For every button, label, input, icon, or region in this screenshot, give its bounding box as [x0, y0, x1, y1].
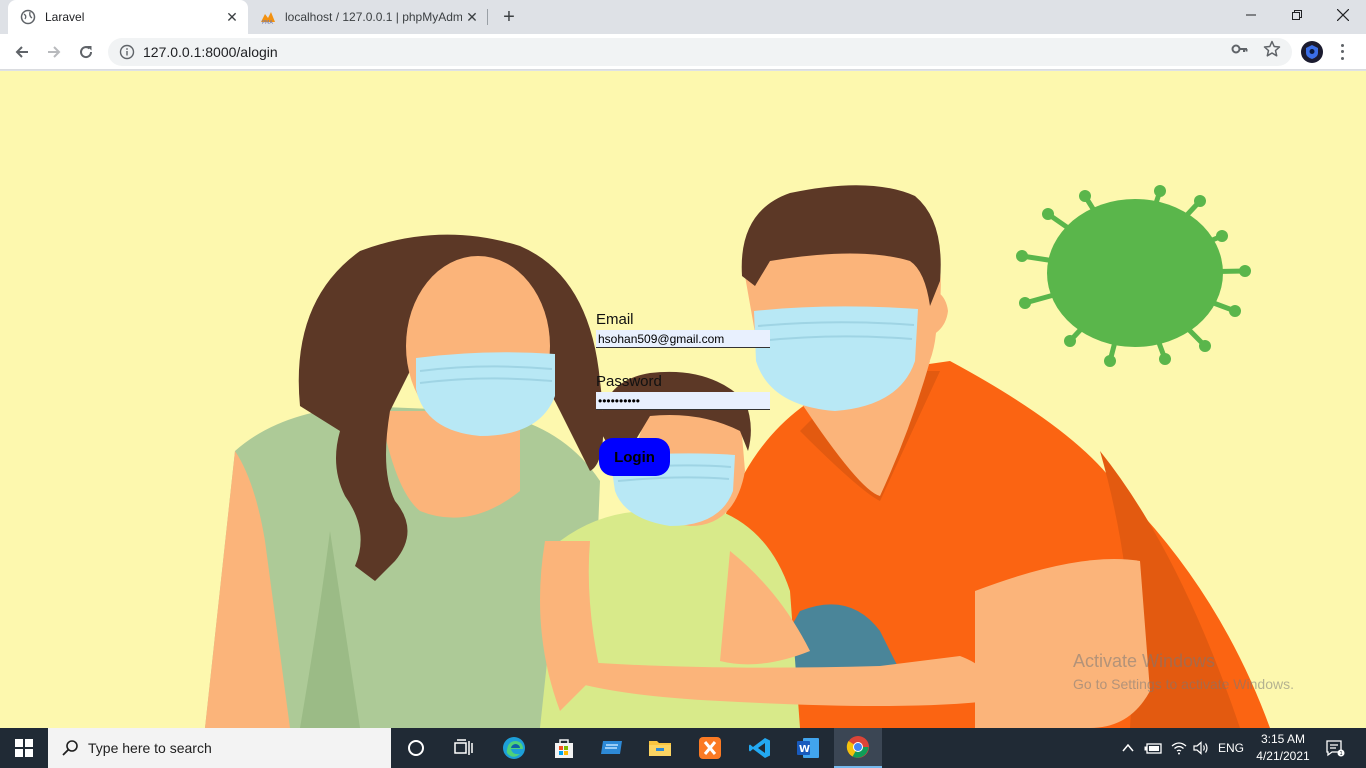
close-icon [1337, 9, 1349, 21]
reload-button[interactable] [72, 38, 100, 66]
password-field[interactable] [596, 392, 770, 410]
cortana-icon [408, 740, 424, 756]
email-field[interactable] [596, 330, 770, 348]
network-button[interactable] [1168, 728, 1190, 768]
watermark-subtitle: Go to Settings to activate Windows. [1073, 676, 1294, 692]
watermark-title: Activate Windows [1073, 651, 1216, 671]
cortana-button[interactable] [392, 728, 440, 768]
phpmyadmin-icon: PMA [260, 9, 276, 25]
taskbar-search[interactable]: Type here to search [48, 728, 391, 768]
tab-laravel[interactable]: Laravel ✕ [8, 0, 248, 34]
profile-avatar[interactable] [1301, 41, 1323, 63]
reload-icon [80, 46, 93, 59]
minimize-icon [1246, 14, 1256, 16]
start-button[interactable] [0, 728, 48, 768]
tab-title: Laravel [45, 10, 85, 24]
windows-logo-icon [15, 739, 33, 757]
task-view-icon [454, 739, 473, 755]
search-icon [62, 740, 78, 756]
task-view-button[interactable] [440, 728, 488, 768]
menu-dot [1340, 43, 1344, 47]
system-clock[interactable]: 3:15 AM 4/21/2021 [1248, 731, 1318, 765]
minimize-button[interactable] [1228, 0, 1274, 30]
star-icon[interactable] [1263, 40, 1281, 58]
language-indicator[interactable]: ENG [1214, 728, 1248, 768]
address-bar[interactable]: 127.0.0.1:8000/alogin [108, 38, 1292, 66]
arrow-left-icon [15, 46, 28, 58]
restore-icon [1292, 10, 1302, 20]
edge-button[interactable] [490, 728, 538, 768]
url-text[interactable]: 127.0.0.1:8000/alogin [143, 44, 278, 60]
remote-desktop-icon [601, 741, 622, 754]
browser-toolbar: 127.0.0.1:8000/alogin [0, 34, 1366, 70]
search-placeholder: Type here to search [88, 740, 212, 756]
activate-windows-watermark: Activate Windows Go to Settings to activ… [1073, 651, 1294, 692]
xampp-button[interactable] [686, 728, 734, 768]
remote-desktop-button[interactable] [588, 728, 636, 768]
action-center-button[interactable]: 1 [1318, 728, 1352, 768]
chevron-up-icon [1122, 744, 1134, 752]
file-explorer-button[interactable] [636, 728, 684, 768]
vscode-button[interactable] [736, 728, 784, 768]
svg-text:PMA: PMA [262, 20, 273, 25]
tab-separator [487, 9, 488, 25]
svg-text:W: W [799, 744, 810, 755]
close-tab-icon[interactable]: ✕ [222, 7, 242, 27]
edge-icon [503, 737, 525, 759]
word-icon: W [797, 738, 819, 758]
mother-figure [205, 234, 604, 728]
page-viewport: Email Password Login Activate Windows Go… [0, 71, 1366, 728]
forward-button[interactable] [40, 38, 68, 66]
globe-icon [20, 9, 36, 25]
close-window-button[interactable] [1320, 0, 1366, 30]
avatar-icon [1306, 45, 1318, 59]
tab-phpmyadmin[interactable]: PMA localhost / 127.0.0.1 | phpMyAdmin ✕ [248, 0, 488, 34]
chrome-button[interactable] [834, 728, 882, 768]
password-label: Password [596, 373, 662, 390]
notification-icon: 1 [1326, 740, 1345, 757]
xampp-icon [699, 737, 721, 759]
clock-time: 3:15 AM [1260, 732, 1306, 746]
svg-text:1: 1 [1340, 751, 1343, 757]
show-hidden-icons-button[interactable] [1118, 728, 1138, 768]
close-tab-icon[interactable]: ✕ [462, 7, 482, 27]
file-explorer-icon [649, 741, 671, 756]
battery-button[interactable] [1142, 728, 1164, 768]
menu-dot [1340, 50, 1344, 54]
word-button[interactable]: W [784, 728, 832, 768]
wifi-icon [1171, 742, 1187, 755]
chrome-icon [846, 736, 869, 758]
menu-dot [1340, 57, 1344, 61]
store-icon [555, 739, 573, 758]
windows-taskbar: Type here to search W ENG 3:15 AM 4/21/2… [0, 728, 1366, 768]
login-button[interactable]: Login [599, 438, 670, 476]
store-button[interactable] [540, 728, 588, 768]
site-info-icon[interactable] [119, 44, 135, 60]
back-button[interactable] [8, 38, 36, 66]
new-tab-button[interactable]: + [498, 6, 520, 28]
key-icon[interactable] [1231, 40, 1249, 58]
tab-strip: Laravel ✕ PMA localhost / 127.0.0.1 | ph… [0, 0, 1366, 34]
email-label: Email [596, 311, 634, 328]
tab-title: localhost / 127.0.0.1 | phpMyAdmin [285, 10, 462, 24]
battery-icon [1144, 743, 1162, 754]
virus-illustration [1016, 185, 1251, 367]
login-form: Email Password Login [596, 311, 776, 476]
chrome-menu-button[interactable] [1336, 42, 1348, 62]
vscode-icon [749, 738, 770, 758]
clock-date: 4/21/2021 [1256, 749, 1310, 763]
restore-button[interactable] [1274, 0, 1320, 30]
speaker-icon [1193, 741, 1208, 755]
arrow-right-icon [48, 46, 61, 58]
volume-button[interactable] [1190, 728, 1212, 768]
